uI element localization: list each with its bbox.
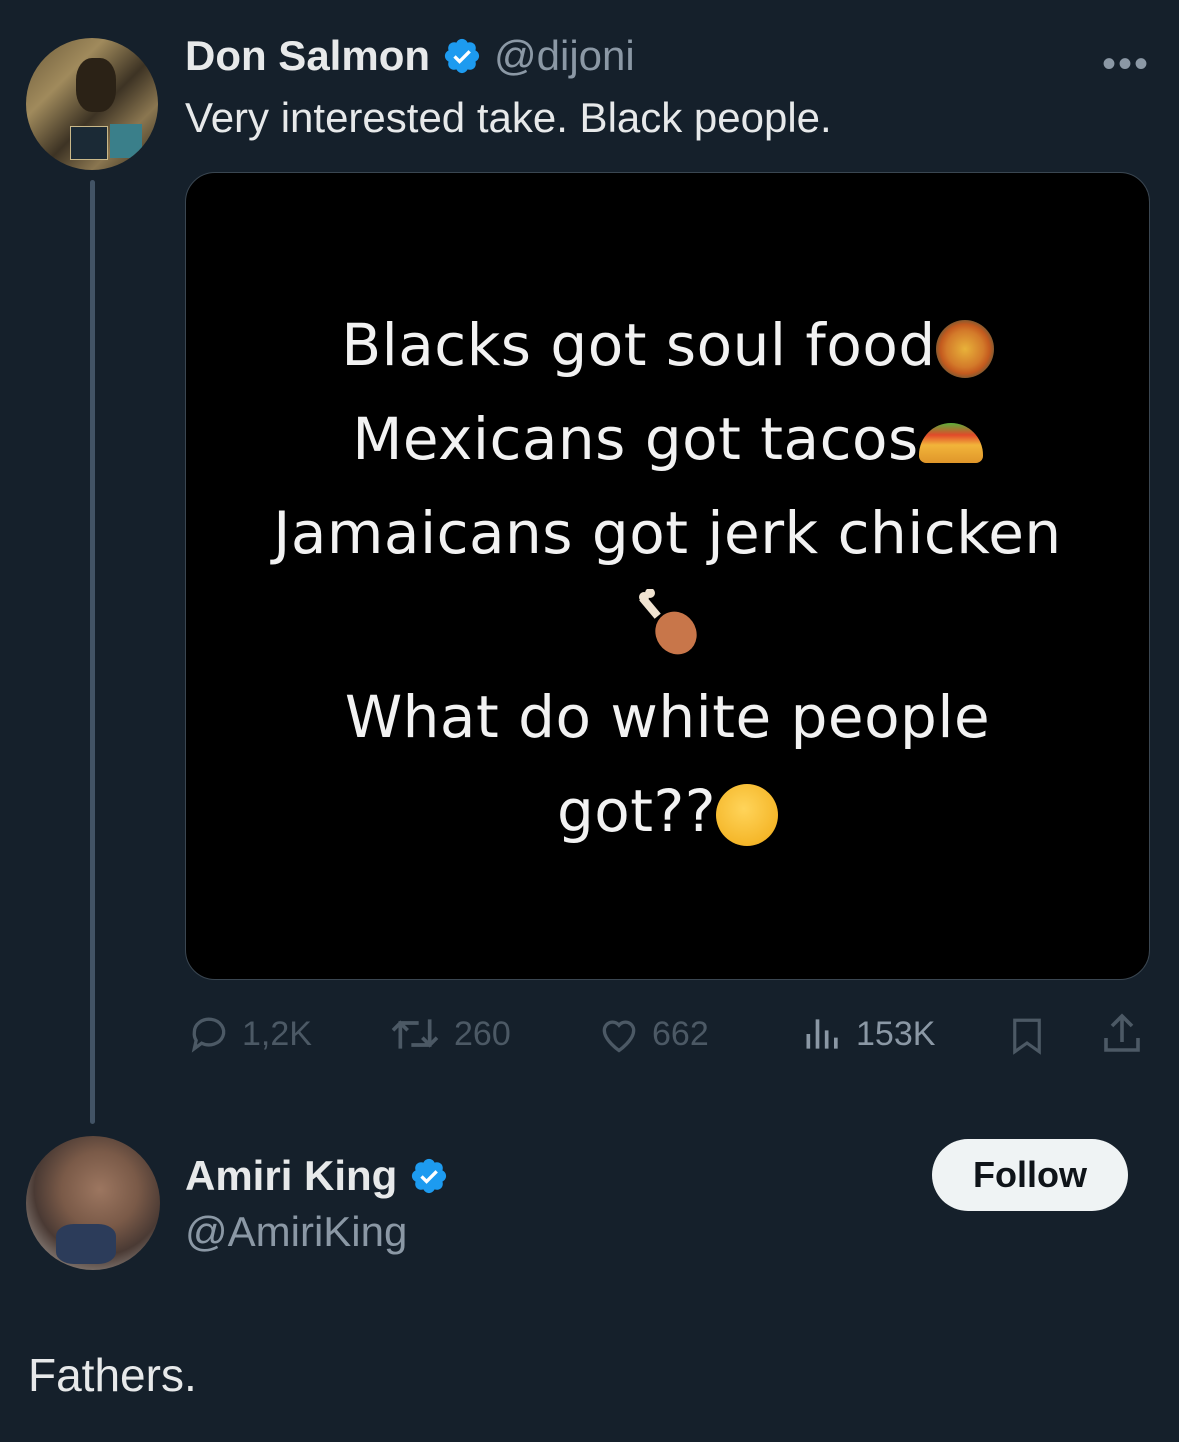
retweet-icon [391,1019,439,1049]
paella-emoji-icon [935,319,994,378]
verified-badge-icon [412,1158,447,1194]
image-line-1: Blacks got soul food [186,311,1149,379]
tweet-media-image[interactable]: Blacks got soul food Mexicans got tacos … [185,172,1150,980]
poultry-leg-emoji-icon [638,588,698,657]
more-icon[interactable]: ••• [1102,42,1150,87]
reply-author-handle[interactable]: @AmiriKing [185,1208,407,1256]
reply-author-name[interactable]: Amiri King [185,1152,397,1200]
reply-count: 1,2K [242,1014,312,1053]
share-button[interactable] [1098,1010,1146,1058]
reply-icon [191,1017,226,1053]
reply-header: Amiri King [185,1152,449,1200]
image-line-3: Jamaicans got jerk chicken [273,499,1062,567]
views-button[interactable]: 153K [800,1012,935,1056]
retweet-button[interactable]: 260 [386,1012,511,1056]
bookmark-button[interactable] [1006,1012,1048,1060]
like-icon [602,1020,636,1053]
taco-emoji-icon [918,422,983,463]
avatar-face [76,58,116,112]
share-icon [1104,1013,1140,1052]
avatar-don-salmon[interactable] [26,38,158,170]
tweet-text: Very interested take. Black people. [185,94,832,141]
like-button[interactable]: 662 [596,1012,709,1056]
tweet-header: Don Salmon @dijoni [185,32,635,80]
avatar-poster-2 [110,124,142,158]
image-line-2: Mexicans got tacos [186,405,1149,473]
author-handle[interactable]: @dijoni [494,32,635,80]
author-name[interactable]: Don Salmon [185,32,430,80]
like-count: 662 [652,1014,709,1053]
avatar-poster [70,126,108,160]
views-count: 153K [856,1014,936,1053]
bookmark-icon [1013,1018,1041,1055]
views-icon [806,1019,838,1049]
avatar-amiri-king[interactable] [26,1136,160,1270]
retweet-count: 260 [454,1014,511,1053]
image-line-4: What do white people [344,683,991,751]
reply-text: Fathers. [28,1349,197,1401]
image-line-5: got?? [186,777,1149,846]
follow-button[interactable]: Follow [932,1139,1128,1211]
avatar-legs [56,1224,116,1264]
thread-line [90,180,95,1124]
reply-button[interactable]: 1,2K [186,1012,312,1056]
verified-badge-icon [444,38,480,74]
thinking-face-emoji-icon [716,783,779,846]
